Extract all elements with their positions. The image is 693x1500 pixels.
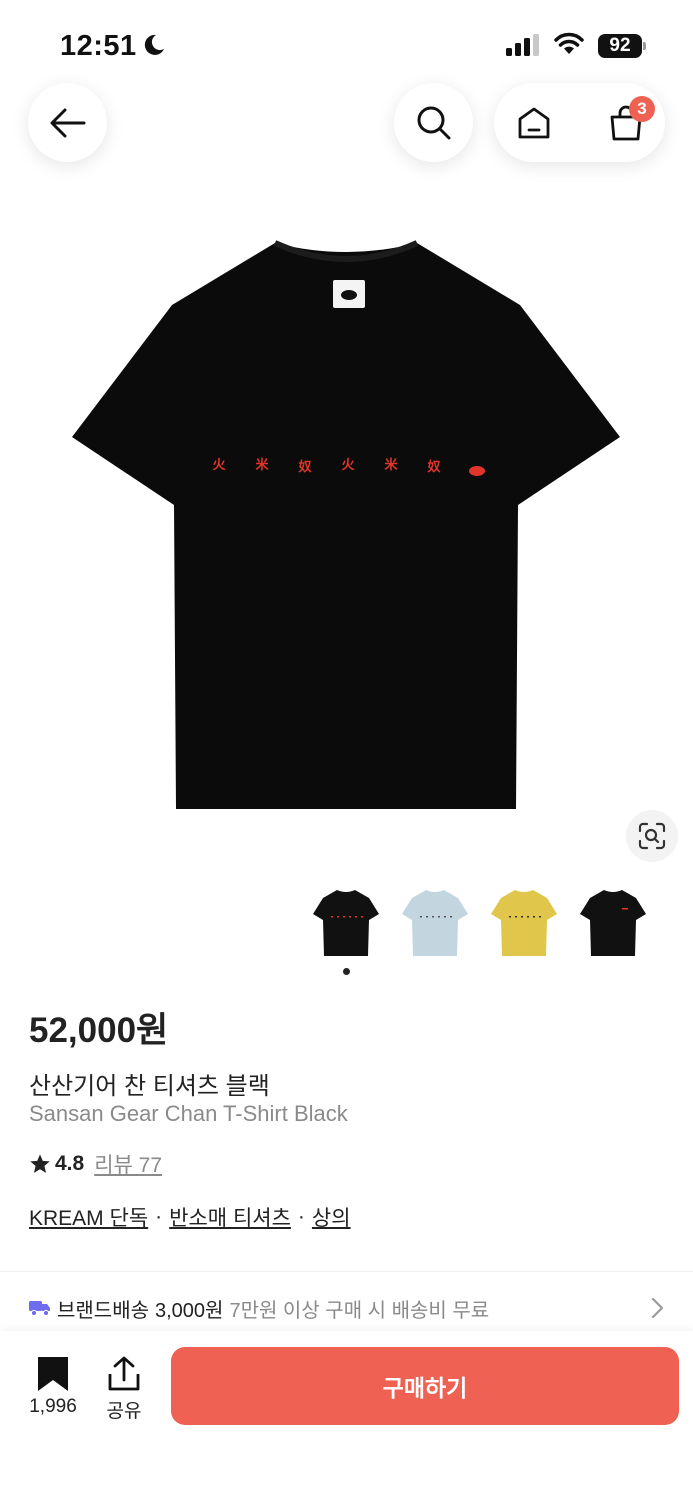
- tshirt-thumbnail: [402, 890, 468, 956]
- bookmark-button[interactable]: 1,996: [20, 1354, 86, 1424]
- share-label: 공유: [106, 1401, 142, 1422]
- delivery-truck-icon: [29, 1301, 50, 1317]
- lens-icon: [638, 822, 666, 850]
- status-time: 12:51: [60, 30, 137, 62]
- bookmark-count: 1,996: [29, 1396, 77, 1417]
- carousel-page-indicator: [343, 968, 350, 975]
- product-name-korean: 산산기어 찬 티셔츠 블랙: [29, 1073, 270, 1100]
- wifi-icon: [554, 32, 584, 54]
- print-glyph: 米: [384, 457, 398, 473]
- star-icon: [30, 1154, 50, 1173]
- color-thumbnail-light-blue[interactable]: [396, 882, 474, 962]
- rating-row: 4.8 리뷰 77: [29, 1150, 162, 1178]
- print-glyph: 奴: [297, 459, 311, 475]
- category-tags: KREAM 단독 · 반소매 티셔츠 · 상의: [29, 1202, 351, 1232]
- cart-count-badge: 3: [629, 96, 655, 122]
- status-bar: 12:51 92: [0, 0, 693, 90]
- home-cart-group: [494, 83, 665, 162]
- section-divider: [0, 1271, 693, 1272]
- color-thumbnail-yellow[interactable]: [485, 882, 563, 962]
- delivery-label: 브랜드배송: [57, 1299, 149, 1322]
- search-button[interactable]: [394, 83, 473, 162]
- share-button[interactable]: 공유: [98, 1354, 150, 1424]
- product-name-english: Sansan Gear Chan T-Shirt Black: [29, 1101, 348, 1126]
- delivery-fee: 3,000원: [155, 1299, 224, 1322]
- image-search-button[interactable]: [626, 810, 678, 862]
- delivery-info-row[interactable]: 브랜드배송 3,000원 7만원 이상 구매 시 배송비 무료: [29, 1293, 669, 1323]
- tag-separator: ·: [155, 1205, 163, 1228]
- color-thumbnail-black-small-print[interactable]: [574, 882, 652, 962]
- bookmark-icon: [38, 1357, 68, 1391]
- tshirt-thumbnail: [491, 890, 557, 956]
- search-icon: [417, 106, 450, 139]
- moon-icon: [144, 34, 164, 55]
- buy-button[interactable]: 구매하기: [171, 1347, 679, 1425]
- back-button[interactable]: [28, 83, 107, 162]
- print-glyph: 奴: [426, 459, 440, 475]
- signal-icon: [506, 34, 539, 56]
- home-icon: [518, 107, 549, 138]
- review-link[interactable]: 리뷰 77: [94, 1149, 162, 1179]
- tshirt-thumbnail: [313, 890, 379, 956]
- tag-tops[interactable]: 상의: [312, 1202, 351, 1232]
- home-button[interactable]: [494, 83, 573, 162]
- print-glyph: 火: [341, 458, 355, 473]
- chevron-right-icon: [651, 1297, 664, 1319]
- battery-tip: [643, 42, 646, 50]
- tshirt-thumbnail: [580, 890, 646, 956]
- print-glyph: 火: [212, 458, 226, 473]
- delivery-free-note: 7만원 이상 구매 시 배송비 무료: [229, 1299, 490, 1322]
- product-price: 52,000원: [29, 1011, 169, 1050]
- tag-kream-exclusive[interactable]: KREAM 단독: [29, 1202, 148, 1232]
- cart-button[interactable]: [586, 83, 665, 162]
- back-arrow-icon: [50, 108, 85, 137]
- tag-short-sleeve-tshirt[interactable]: 반소매 티셔츠: [169, 1202, 291, 1232]
- battery-indicator: 92: [598, 34, 646, 58]
- product-image: 火 米 奴 火 米 奴: [72, 240, 620, 809]
- print-glyph: 米: [255, 457, 269, 473]
- color-thumbnail-black[interactable]: [307, 882, 385, 962]
- battery-level: 92: [598, 34, 642, 58]
- tag-separator: ·: [297, 1205, 305, 1228]
- share-icon: [108, 1356, 140, 1391]
- rating-value: 4.8: [55, 1152, 85, 1175]
